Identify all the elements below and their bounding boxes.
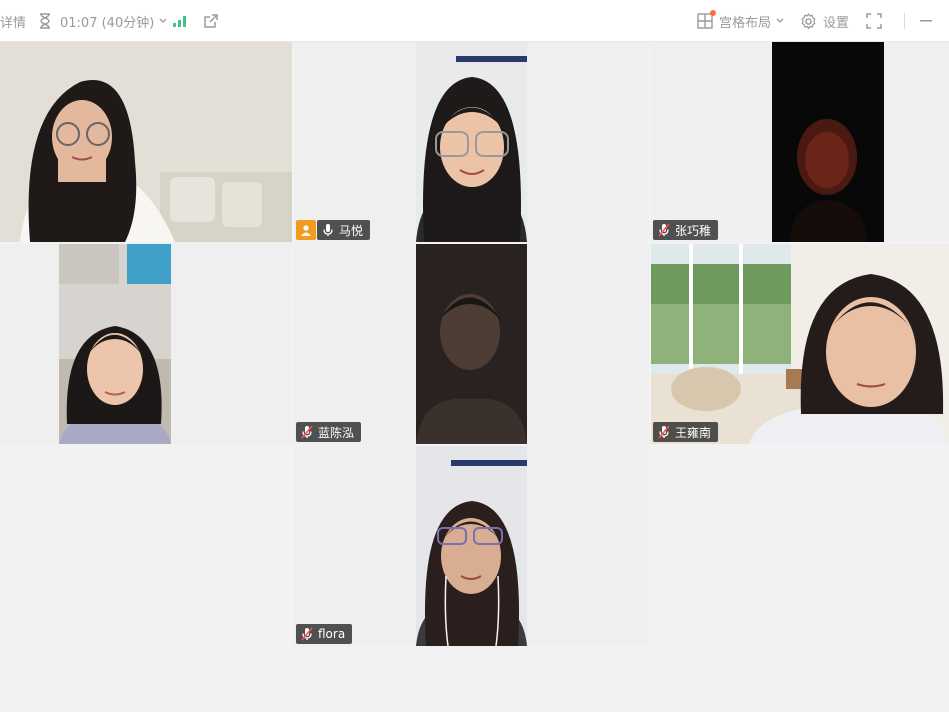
participant-name: 蓝陈泓 [318,425,355,440]
chevron-down-icon [776,18,784,24]
details-button[interactable]: 详情 [0,0,26,42]
participant-name: flora [318,627,346,641]
participant-nametag: 蓝陈泓 [296,422,362,442]
participant-name: 马悦 [339,223,364,238]
notification-dot [710,10,716,16]
participant-video [416,42,527,242]
meeting-toolbar: 详情 01:07 (40分钟) 宫格布局 设置 [0,0,949,42]
grid-layout-icon [697,10,716,29]
participant-nametag: 马悦 [317,220,371,240]
timer-button[interactable]: 01:07 (40分钟) [38,0,167,42]
chevron-down-icon [159,18,167,24]
participant-video [651,244,949,444]
video-tile[interactable]: 王雍南 [651,244,949,444]
settings-button[interactable]: 设置 [800,0,849,42]
hourglass-icon [38,13,52,29]
participant-nametag: 张巧稚 [653,220,719,240]
participant-nametag: flora [296,624,353,644]
gear-icon [800,12,817,30]
video-tile[interactable]: 马悦 [294,42,649,242]
details-label: 详情 [0,15,27,31]
window-divider [904,0,905,42]
participant-video [416,244,527,444]
video-grid: 马悦 张巧稚 蓝陈泓 王雍南 flora [0,42,949,712]
minimize-icon[interactable] [920,0,932,42]
video-tile[interactable] [0,42,292,242]
participant-video [772,42,884,242]
participant-name: 张巧稚 [675,223,712,238]
participant-video [416,446,527,646]
video-tile[interactable]: flora [294,446,649,646]
microphone-muted-icon [300,627,314,641]
video-tile[interactable] [0,244,292,444]
participant-video [59,244,171,444]
fullscreen-icon[interactable] [866,0,882,42]
signal-strength-icon[interactable] [172,0,188,42]
microphone-icon [321,223,335,237]
microphone-muted-icon [300,425,314,439]
grid-layout-button[interactable]: 宫格布局 [697,0,784,42]
video-tile[interactable]: 蓝陈泓 [294,244,649,444]
layout-label: 宫格布局 [719,15,772,31]
microphone-muted-icon [657,223,671,237]
participant-name: 王雍南 [675,425,712,440]
participant-video [0,42,292,242]
timer-label: 01:07 (40分钟) [60,15,155,31]
microphone-muted-icon [657,425,671,439]
host-badge-icon [296,220,316,240]
share-external-icon[interactable] [203,0,219,42]
video-tile[interactable]: 张巧稚 [651,42,949,242]
participant-nametag: 王雍南 [653,422,719,442]
settings-label: 设置 [823,15,850,31]
